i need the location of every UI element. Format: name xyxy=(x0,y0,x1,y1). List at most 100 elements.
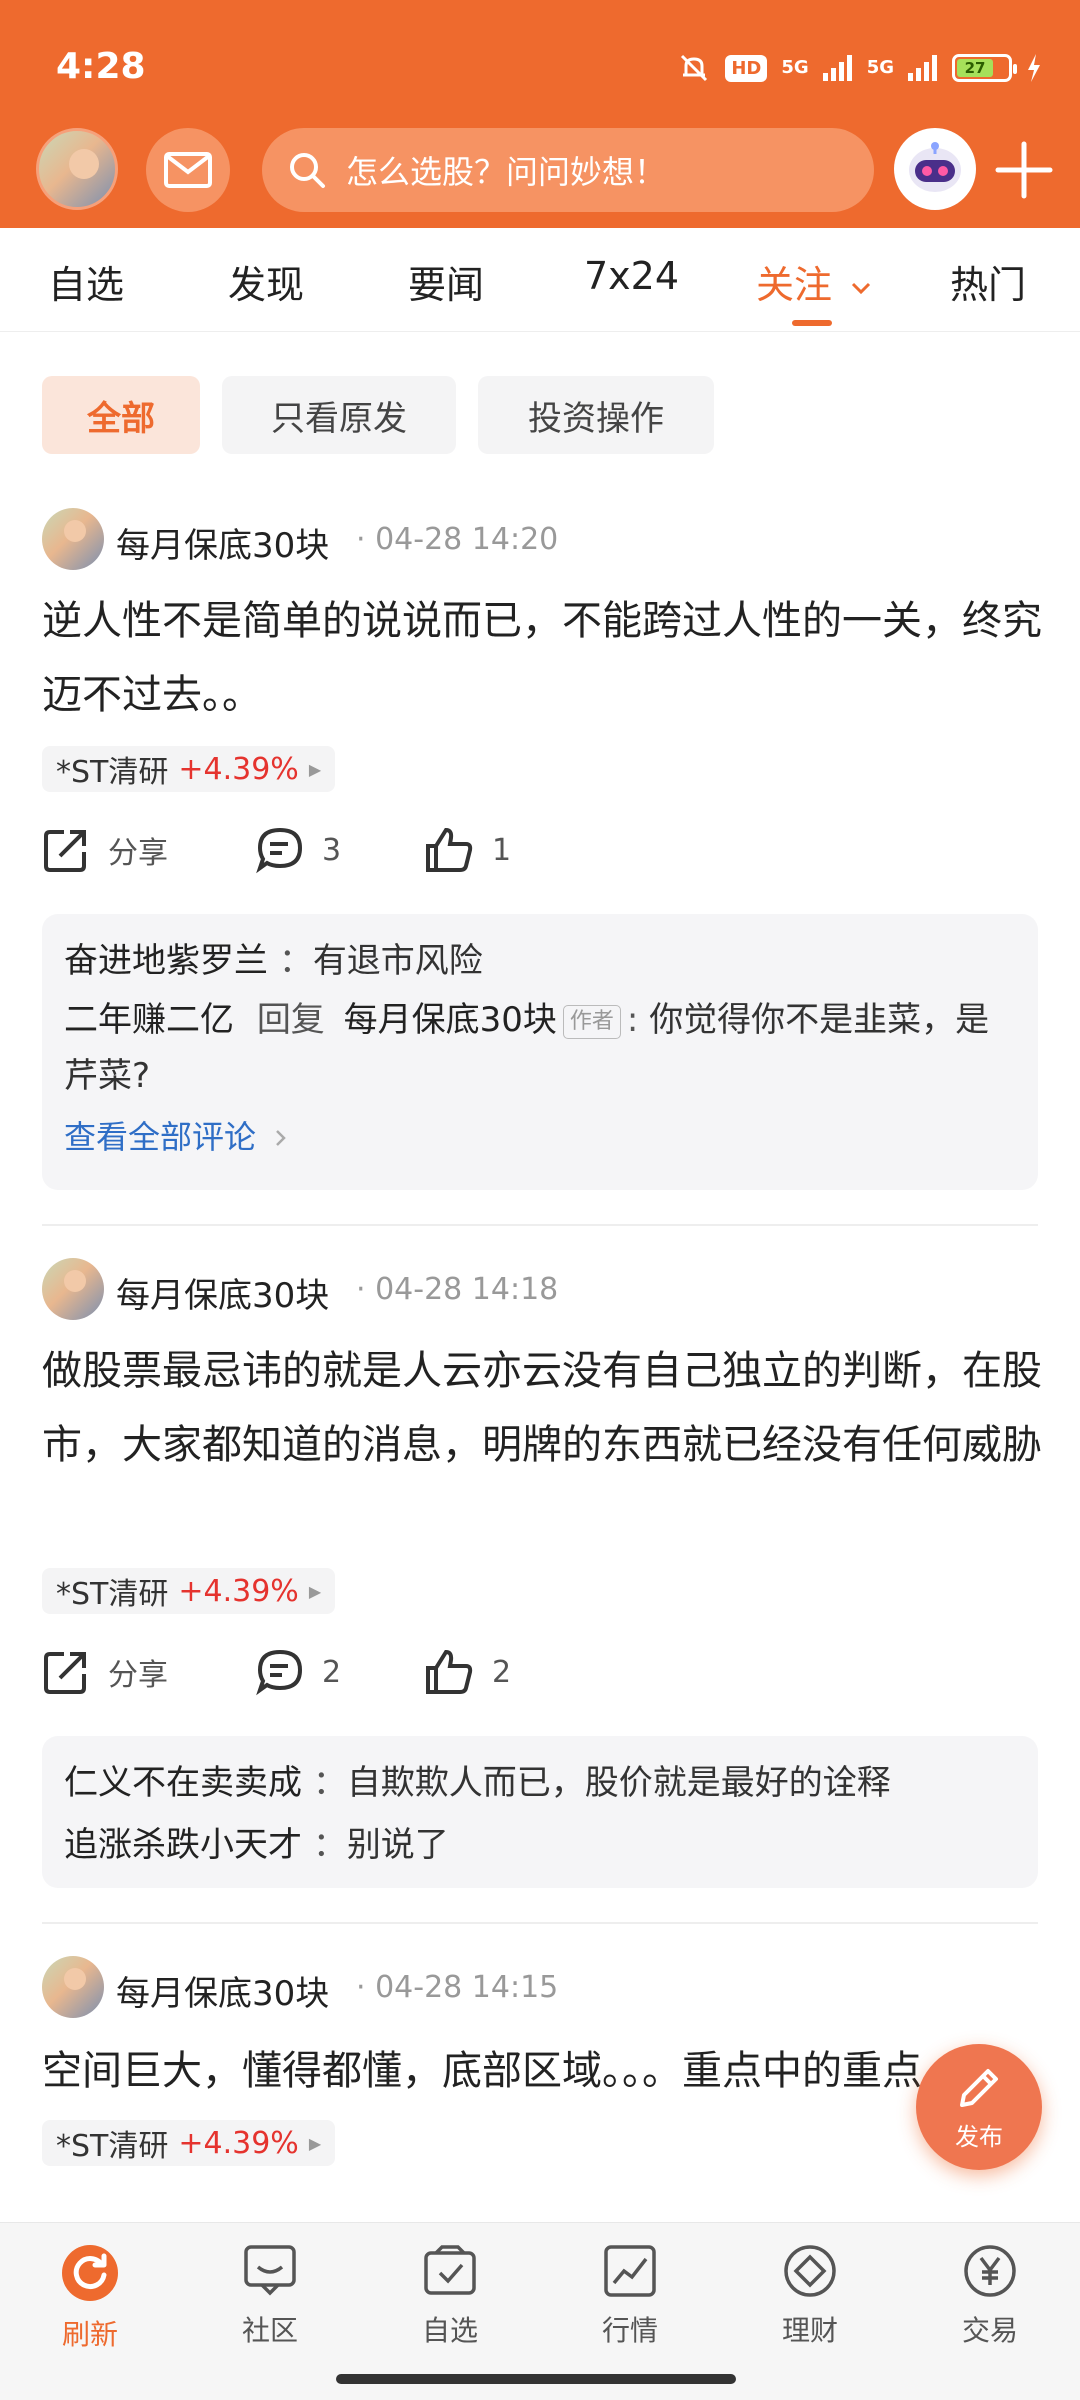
comment-count: 3 xyxy=(322,832,342,868)
comment-icon xyxy=(256,827,303,874)
comment-text: 有退市风险 xyxy=(312,941,483,981)
post-time-value: 04-28 14:18 xyxy=(375,1272,559,1307)
post-avatar[interactable] xyxy=(42,1956,104,2018)
home-indicator[interactable] xyxy=(336,2374,736,2384)
view-all-comments-link[interactable]: 查看全部评论 xyxy=(64,1104,1016,1170)
comments-preview: 奋进地紫罗兰 ：有退市风险 二年赚二亿 回复 每月保底30块 作者: 你觉得你不是… xyxy=(42,914,1038,1190)
share-icon xyxy=(44,830,86,872)
author-tag: 作者 xyxy=(562,1004,621,1039)
search-bar[interactable]: 怎么选股？问问妙想！ xyxy=(262,128,874,212)
stock-tag[interactable]: *ST清研 +4.39% ▶ xyxy=(42,746,336,792)
nav-label: 自选 xyxy=(421,2314,478,2347)
post-text[interactable]: 做股票最忌讳的就是人云亦云没有自己独立的判断，在股市，大家都知道的消息，明牌的东… xyxy=(42,1334,1042,1482)
yen-icon xyxy=(964,2245,1016,2297)
filter-investment-ops[interactable]: 投资操作 xyxy=(478,376,714,454)
share-icon xyxy=(44,1652,86,1694)
tab-faxian[interactable]: 发现 xyxy=(228,254,304,309)
nav-label: 刷新 xyxy=(61,2318,118,2351)
thumbs-up-icon xyxy=(426,1649,473,1694)
post-text[interactable]: 空间巨大，懂得都懂，底部区域。。。重点中的重点 xyxy=(42,2034,1042,2108)
share-button[interactable]: 分享 xyxy=(42,1648,168,1696)
filter-original-only[interactable]: 只看原发 xyxy=(222,376,456,454)
stock-tag[interactable]: *ST清研 +4.39% ▶ xyxy=(42,1568,336,1614)
tab-zixuan[interactable]: 自选 xyxy=(48,254,124,309)
nav-refresh[interactable]: 刷新 xyxy=(30,2243,150,2353)
nav-label: 交易 xyxy=(961,2314,1018,2347)
post-avatar[interactable] xyxy=(42,1258,104,1320)
caret-right-icon: ▶ xyxy=(308,759,322,779)
app-header: 4:28 HD 5G 5G 27 怎么选股？问问妙想！ xyxy=(0,0,1080,228)
status-bar: 4:28 HD 5G 5G 27 xyxy=(0,0,1080,130)
comment-item[interactable]: 奋进地紫罗兰 ：有退市风险 xyxy=(64,930,1016,992)
reply-to-user[interactable]: 每月保底30块 xyxy=(344,1000,557,1040)
comment-colon: : xyxy=(626,1000,639,1040)
post-time: · 04-28 14:20 xyxy=(356,522,559,557)
wealth-icon xyxy=(784,2245,836,2297)
search-placeholder: 怎么选股？问问妙想！ xyxy=(346,153,667,191)
chevron-down-icon xyxy=(852,282,871,294)
comment-colon: ： xyxy=(312,1763,347,1803)
post-divider xyxy=(42,1224,1038,1226)
mute-bell-icon xyxy=(681,54,708,82)
thumbs-up-icon xyxy=(426,827,473,872)
post-time-value: 04-28 14:15 xyxy=(375,1970,559,2005)
reply-word: 回复 xyxy=(256,1000,325,1040)
nav-trade[interactable]: 交易 xyxy=(930,2243,1050,2349)
plus-icon xyxy=(995,141,1053,199)
stock-name: *ST清研 xyxy=(56,2129,169,2164)
like-count: 1 xyxy=(492,832,512,868)
post-author[interactable]: 每月保底30块 xyxy=(116,1966,329,2015)
comments-preview: 仁义不在卖卖成 ：自欺欺人而已，股价就是最好的诠释 追涨杀跌小天才 ：别说了 xyxy=(42,1736,1038,1888)
user-avatar[interactable] xyxy=(36,128,118,210)
stock-name: *ST清研 xyxy=(56,1577,169,1612)
comment-user[interactable]: 追涨杀跌小天才 xyxy=(64,1825,302,1865)
tab-guanzhu[interactable]: 关注 xyxy=(756,254,872,309)
refresh-icon xyxy=(62,2245,118,2301)
comment-user[interactable]: 二年赚二亿 xyxy=(64,1000,234,1040)
stock-tag[interactable]: *ST清研 +4.39% ▶ xyxy=(42,2120,336,2166)
add-button[interactable] xyxy=(992,138,1056,202)
nav-label: 行情 xyxy=(601,2314,658,2347)
comment-button[interactable]: 2 xyxy=(256,1648,341,1696)
post-author[interactable]: 每月保底30块 xyxy=(116,1268,329,1317)
battery-level: 27 xyxy=(957,59,993,77)
comment-button[interactable]: 3 xyxy=(256,826,341,874)
stock-change: +4.39% xyxy=(178,2125,299,2161)
post-text[interactable]: 逆人性不是简单的说说而已，不能跨过人性的一关，终究迈不过去。。 xyxy=(42,584,1042,732)
tab-remen[interactable]: 热门 xyxy=(950,254,1026,309)
tab-guanzhu-label: 关注 xyxy=(756,263,833,307)
status-icons: HD 5G 5G 27 xyxy=(677,50,1042,86)
like-button[interactable]: 1 xyxy=(424,826,511,874)
comment-user[interactable]: 奋进地紫罗兰 xyxy=(64,941,268,981)
tab-7x24[interactable]: 7x24 xyxy=(584,254,679,298)
signal-5g-1: 5G xyxy=(781,57,809,78)
market-chart-icon xyxy=(604,2245,656,2297)
assistant-robot-button[interactable] xyxy=(894,128,976,210)
nav-wealth[interactable]: 理财 xyxy=(750,2243,870,2349)
share-button[interactable]: 分享 xyxy=(42,826,168,874)
comment-item[interactable]: 仁义不在卖卖成 ：自欺欺人而已，股价就是最好的诠释 xyxy=(64,1752,1016,1814)
stock-change: +4.39% xyxy=(178,1573,299,1609)
post-time: · 04-28 14:18 xyxy=(356,1272,559,1307)
mail-button[interactable] xyxy=(146,128,230,212)
search-icon xyxy=(290,153,325,188)
comment-user[interactable]: 仁义不在卖卖成 xyxy=(64,1763,302,1803)
robot-icon xyxy=(909,142,961,192)
filter-all[interactable]: 全部 xyxy=(42,376,200,454)
nav-watchlist[interactable]: 自选 xyxy=(390,2243,510,2349)
top-tabs: 自选 发现 要闻 7x24 关注 热门 xyxy=(0,228,1080,332)
like-button[interactable]: 2 xyxy=(424,1648,511,1696)
nav-market[interactable]: 行情 xyxy=(570,2243,690,2349)
nav-label: 理财 xyxy=(781,2314,838,2347)
post-time-value: 04-28 14:20 xyxy=(375,522,559,557)
post-author[interactable]: 每月保底30块 xyxy=(116,518,329,567)
post-avatar[interactable] xyxy=(42,508,104,570)
publish-button[interactable]: 发布 xyxy=(916,2044,1042,2170)
signal-bars-icon xyxy=(822,55,852,81)
comment-item[interactable]: 二年赚二亿 回复 每月保底30块 作者: 你觉得你不是韭菜，是芹菜? xyxy=(64,992,1016,1104)
nav-community[interactable]: 社区 xyxy=(210,2243,330,2349)
tab-yaowen[interactable]: 要闻 xyxy=(408,254,484,309)
stock-change: +4.39% xyxy=(178,751,299,787)
comment-icon xyxy=(256,1649,303,1696)
comment-item[interactable]: 追涨杀跌小天才 ：别说了 xyxy=(64,1814,1016,1876)
